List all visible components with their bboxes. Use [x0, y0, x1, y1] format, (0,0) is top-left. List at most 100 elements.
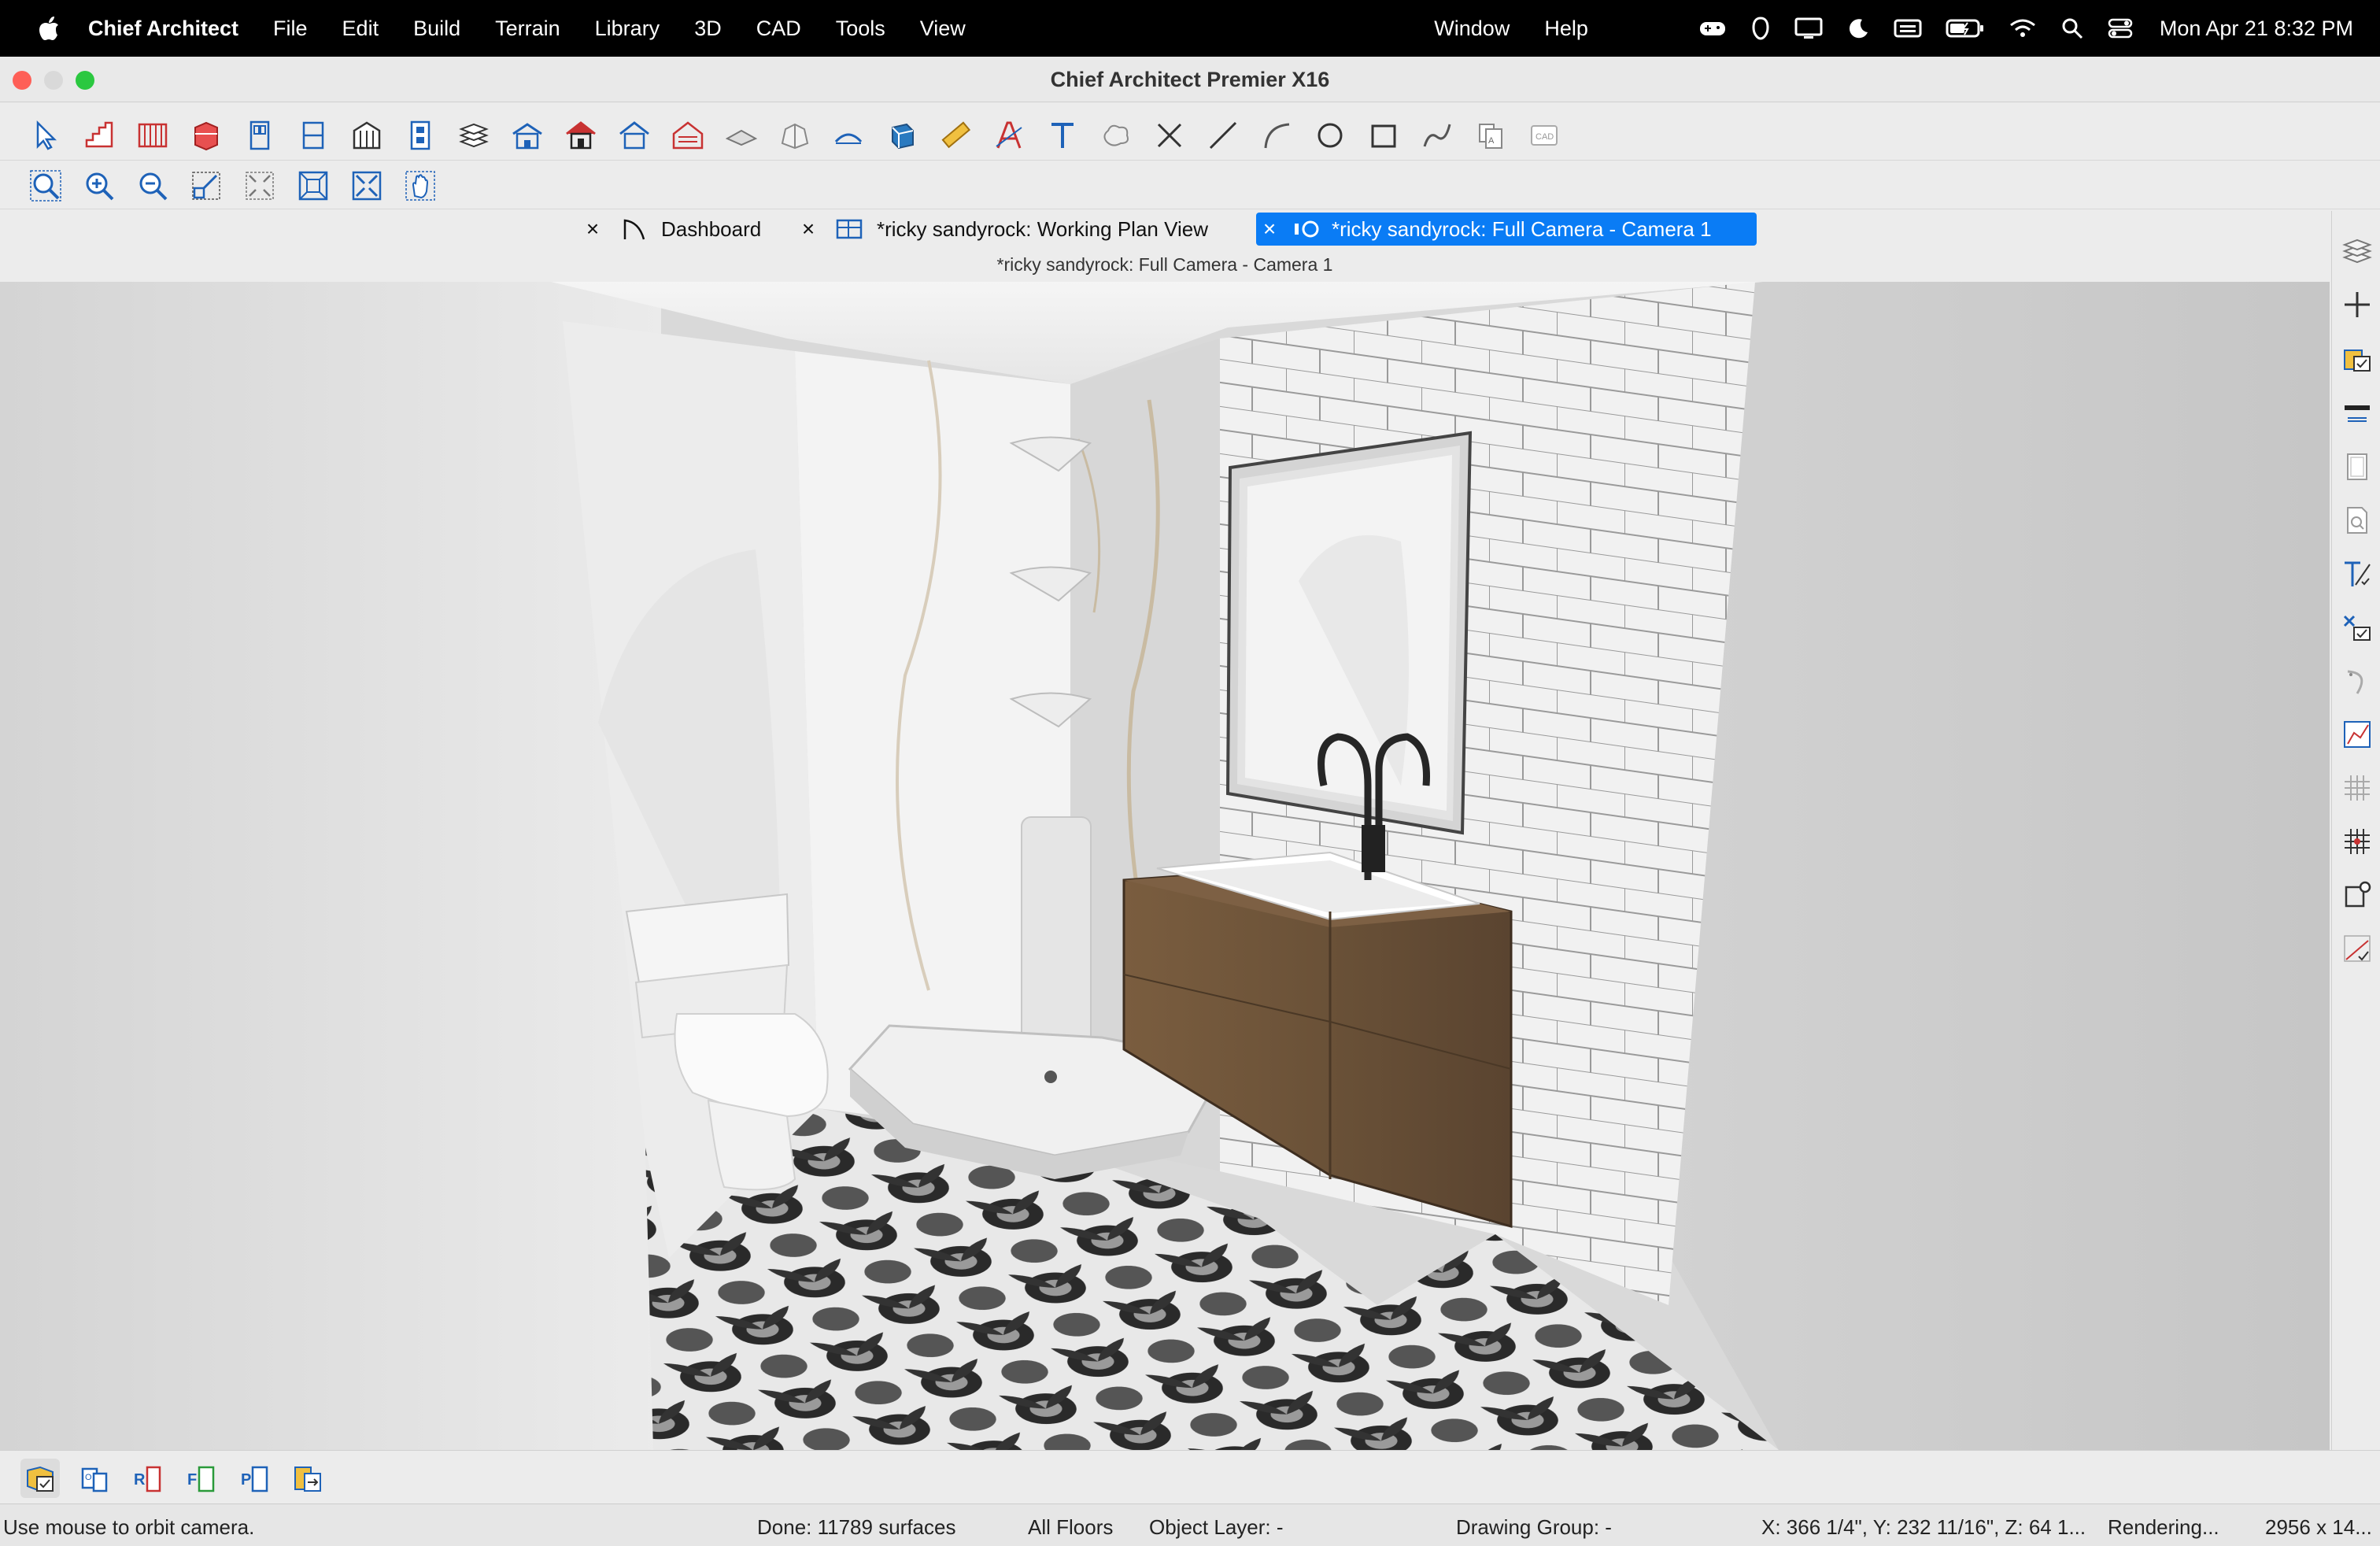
undo-zoom-icon[interactable] — [184, 164, 228, 208]
camera-p-icon[interactable]: P — [235, 1459, 274, 1498]
menu-build[interactable]: Build — [413, 17, 460, 41]
ruler-icon[interactable] — [933, 113, 978, 157]
layers-icon[interactable] — [2339, 231, 2375, 268]
zoom-in-icon[interactable] — [77, 164, 121, 208]
search-icon[interactable] — [2060, 17, 2084, 40]
guard-icon[interactable] — [1750, 16, 1771, 41]
spline-icon[interactable] — [1415, 113, 1459, 157]
layer-display-icon[interactable]: A — [1469, 113, 1513, 157]
menu-window[interactable]: Window — [1434, 17, 1510, 41]
stairs-icon[interactable] — [77, 113, 121, 157]
keyboard-icon[interactable] — [1894, 17, 1922, 39]
text-icon[interactable] — [1040, 113, 1085, 157]
edit-selection-icon[interactable] — [2339, 609, 2375, 645]
menu-help[interactable]: Help — [1544, 17, 1588, 41]
full-screen-icon[interactable] — [345, 164, 389, 208]
svg-text:O: O — [85, 1473, 92, 1482]
cloud-icon[interactable] — [1094, 113, 1138, 157]
menu-3d[interactable]: 3D — [694, 17, 722, 41]
wifi-icon[interactable] — [2009, 17, 2037, 39]
menu-bar: Chief Architect File Edit Build Terrain … — [0, 0, 2380, 57]
battery-icon[interactable] — [1946, 18, 1985, 39]
menu-library[interactable]: Library — [595, 17, 660, 41]
wall-icon[interactable] — [2339, 395, 2375, 431]
add-icon[interactable] — [2339, 287, 2375, 323]
tab-working-plan-view[interactable]: × *ricky sandyrock: Working Plan View — [795, 213, 1253, 246]
curve-icon[interactable] — [2339, 663, 2375, 699]
terrain-icon[interactable] — [773, 113, 817, 157]
display-icon[interactable] — [1794, 17, 1823, 40]
floor-icon[interactable] — [452, 113, 496, 157]
tab-full-camera[interactable]: × *ricky sandyrock: Full Camera - Camera… — [1256, 213, 1757, 246]
door-icon[interactable] — [238, 113, 282, 157]
camera-orbit-icon[interactable]: O — [74, 1459, 113, 1498]
status-drawing-group: Drawing Group: - — [1456, 1515, 1612, 1539]
cabinet-icon[interactable] — [184, 113, 228, 157]
railing-icon[interactable] — [131, 113, 175, 157]
framing-icon[interactable] — [345, 113, 389, 157]
cross-icon[interactable] — [1148, 113, 1192, 157]
house-icon[interactable] — [559, 113, 603, 157]
view-toolbar — [0, 162, 2380, 209]
building-icon[interactable] — [505, 113, 549, 157]
menu-view[interactable]: View — [920, 17, 966, 41]
pan-icon[interactable] — [398, 164, 442, 208]
menu-tools[interactable]: Tools — [836, 17, 885, 41]
window-icon[interactable] — [291, 113, 335, 157]
close-icon[interactable]: × — [579, 216, 606, 242]
arc-icon[interactable] — [1255, 113, 1299, 157]
grid-snap-icon[interactable] — [2339, 823, 2375, 860]
dimension-icon[interactable] — [826, 113, 870, 157]
fill-window-icon[interactable] — [238, 164, 282, 208]
gamepad-icon[interactable] — [1698, 18, 1727, 39]
line-icon[interactable] — [1201, 113, 1245, 157]
roof-icon[interactable] — [612, 113, 656, 157]
window-titlebar: Chief Architect Premier X16 — [0, 57, 2380, 102]
moon-icon[interactable] — [1846, 17, 1870, 40]
plan-view-icon — [833, 217, 866, 241]
edit-line-icon[interactable] — [2339, 556, 2375, 592]
object-snap-icon[interactable] — [2339, 877, 2375, 913]
svg-text:P: P — [241, 1471, 251, 1489]
grid-icon[interactable] — [2339, 770, 2375, 806]
camera-viewport[interactable] — [0, 282, 2330, 1450]
bathroom-render — [0, 282, 2330, 1450]
select-objects-icon[interactable] — [24, 113, 68, 157]
electrical-icon[interactable] — [398, 113, 442, 157]
barn-icon[interactable] — [666, 113, 710, 157]
menu-terrain[interactable]: Terrain — [495, 17, 560, 41]
zoom-icon[interactable] — [24, 164, 68, 208]
apple-icon[interactable] — [33, 13, 65, 44]
circle-icon[interactable] — [1308, 113, 1352, 157]
camera-edit-icon[interactable] — [20, 1459, 60, 1498]
status-coordinates: X: 366 1/4", Y: 232 11/16", Z: 64 1... — [1761, 1515, 2086, 1539]
svg-text:F: F — [187, 1471, 197, 1489]
menubar-clock[interactable]: Mon Apr 21 8:32 PM — [2160, 17, 2353, 41]
fill-window-building-icon[interactable] — [291, 164, 335, 208]
cad-detail-icon[interactable]: CAD — [1522, 113, 1566, 157]
angle-snap-icon[interactable] — [2339, 930, 2375, 967]
close-icon[interactable]: × — [1256, 216, 1283, 242]
text-style-icon[interactable] — [987, 113, 1031, 157]
preview-icon[interactable] — [2339, 502, 2375, 538]
status-floors: All Floors — [1028, 1515, 1114, 1539]
zoom-out-icon[interactable] — [131, 164, 175, 208]
edit-object-icon[interactable] — [2339, 340, 2375, 376]
menu-file[interactable]: File — [273, 17, 308, 41]
tab-dashboard[interactable]: × Dashboard — [579, 213, 800, 246]
camera-export-icon[interactable] — [288, 1459, 327, 1498]
app-menu[interactable]: Chief Architect — [88, 17, 238, 41]
menu-edit[interactable]: Edit — [342, 17, 379, 41]
slab-icon[interactable] — [719, 113, 763, 157]
control-center-icon[interactable] — [2108, 17, 2133, 40]
chart-icon[interactable] — [2339, 716, 2375, 753]
camera-f-icon[interactable]: F — [181, 1459, 220, 1498]
status-rendering: Rendering... — [2108, 1515, 2219, 1539]
page-icon[interactable] — [2339, 449, 2375, 485]
camera-r-icon[interactable]: R — [128, 1459, 167, 1498]
material-icon[interactable] — [880, 113, 924, 157]
close-icon[interactable]: × — [795, 216, 822, 242]
menu-cad[interactable]: CAD — [756, 17, 801, 41]
tab-label: *ricky sandyrock: Working Plan View — [877, 216, 1208, 241]
rectangle-icon[interactable] — [1362, 113, 1406, 157]
